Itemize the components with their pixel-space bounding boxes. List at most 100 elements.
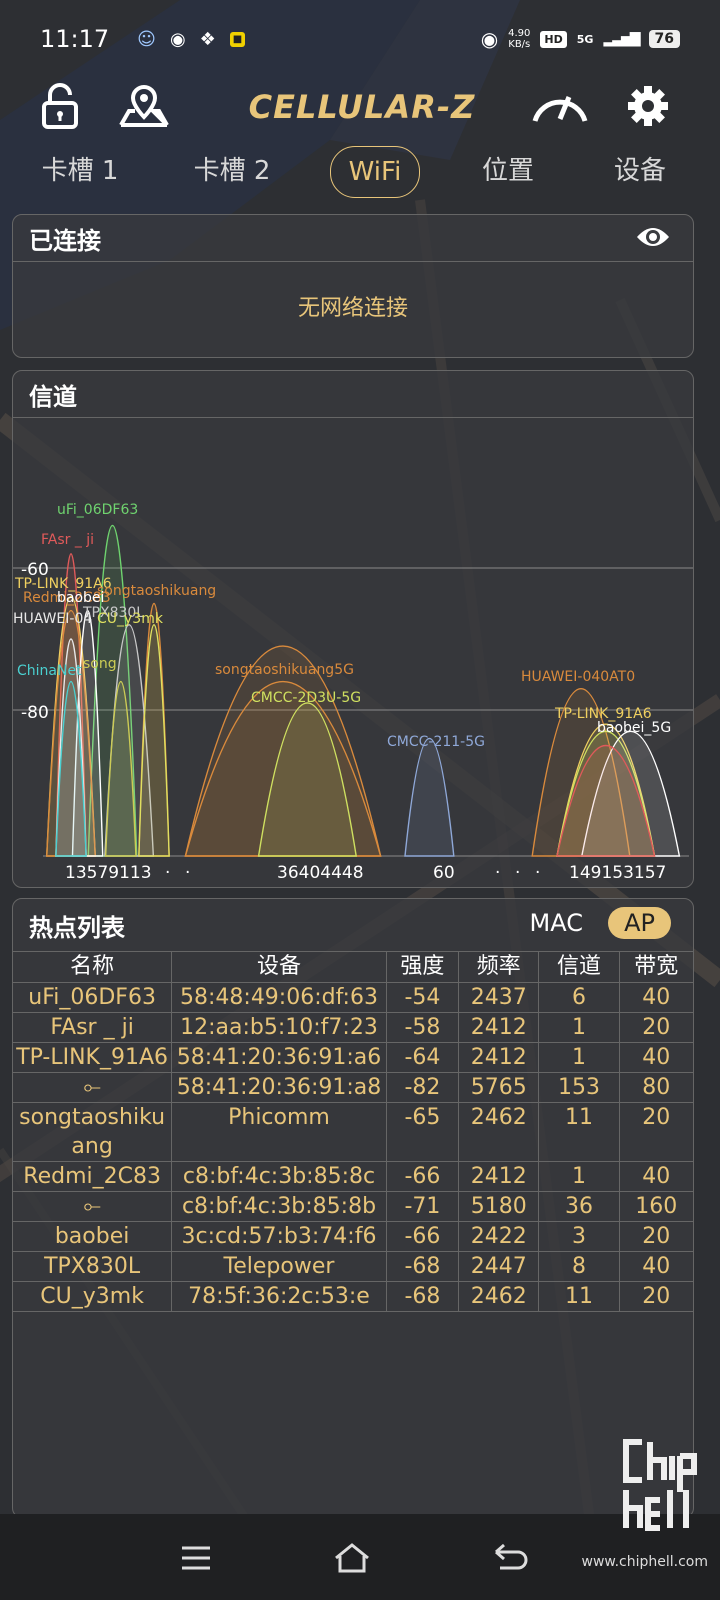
table-cell: 40 [618, 982, 693, 1013]
table-row[interactable]: TPX830L Telepower -68 2447 8 40 [13, 1251, 693, 1282]
column-header-name[interactable]: 名称 [13, 951, 173, 983]
table-cell: 11 [538, 1281, 620, 1312]
network-label: songtaoshikuang5G [215, 662, 354, 678]
channel-panel: 信道 -60 -80 uFi_06DF63 FAsr _ ji TP-LINK_91… [12, 370, 694, 888]
table-cell: Phicomm [171, 1102, 387, 1162]
top-toolbar: CELLULAR-Z [0, 78, 720, 150]
app-logo: CELLULAR-Z [248, 88, 476, 126]
settings-gear-icon[interactable] [620, 78, 676, 134]
mac-toggle-button[interactable]: MAC [530, 909, 583, 937]
table-cell: -58 [385, 1012, 460, 1043]
column-header-bandwidth[interactable]: 带宽 [618, 951, 693, 983]
speedometer-icon[interactable] [528, 78, 592, 134]
x-dot: · [165, 863, 170, 883]
x-dot: · [515, 863, 520, 883]
column-header-device[interactable]: 设备 [171, 951, 387, 983]
tab-slot-1[interactable]: 卡槽 1 [30, 146, 130, 196]
watermark-text: www.chiphell.com [581, 1554, 708, 1570]
table-cell: 1 [538, 1161, 620, 1192]
table-cell: 80 [618, 1072, 693, 1103]
table-row[interactable]: ⟜ c8:bf:4c:3b:85:8b -71 5180 36 160 [13, 1191, 693, 1222]
tab-slot-2[interactable]: 卡槽 2 [182, 146, 282, 196]
table-cell: c8:bf:4c:3b:85:8c [171, 1161, 387, 1192]
table-row[interactable]: CU_y3mk 78:5f:36:2c:53:e -68 2462 11 20 [13, 1281, 693, 1312]
x-dot: · [535, 863, 540, 883]
column-header-channel[interactable]: 信道 [538, 951, 620, 983]
table-cell: 40 [618, 1042, 693, 1073]
table-cell: c8:bf:4c:3b:85:8b [171, 1191, 387, 1222]
table-cell: FAsr _ ji [13, 1012, 173, 1043]
x-labels-2g: 13579113 [65, 863, 152, 883]
table-cell: TPX830L [13, 1251, 173, 1282]
qq-icon: ☺ [137, 28, 156, 50]
x-dot: · [185, 863, 190, 883]
y-tick-minus80: -80 [21, 703, 49, 723]
table-cell: -68 [385, 1251, 460, 1282]
table-row[interactable]: FAsr _ ji 12:aa:b5:10:f7:23 -58 2412 1 20 [13, 1012, 693, 1043]
status-right: ◉ 4.90 KB/s HD 5G ▂▃▅▇ 76 [481, 27, 680, 51]
net-speed-unit: KB/s [508, 39, 531, 50]
status-bar: 11:17 ☺ ◉ ❖ ■ ◉ 4.90 KB/s HD 5G ▂▃▅▇ 76 [0, 0, 720, 78]
table-cell: ⟜ [13, 1072, 173, 1103]
network-label: HUAWEI-04 [13, 611, 92, 627]
hotspot-title: 热点列表 [29, 913, 125, 942]
ap-toggle-button[interactable]: AP [608, 907, 671, 939]
table-cell: -68 [385, 1281, 460, 1312]
table-row[interactable]: baobei 3c:cd:57:b3:74:f6 -66 2422 3 20 [13, 1221, 693, 1252]
network-label: song [83, 656, 117, 672]
hd-badge: HD [540, 30, 567, 48]
x-labels-5g-b: 149153157 [569, 863, 666, 883]
signal-bars-icon: ▂▃▅▇ [603, 31, 640, 47]
lock-icon[interactable] [32, 78, 88, 134]
channel-chart: -60 -80 uFi_06DF63 FAsr _ ji TP-LINK_91A6 s… [13, 418, 693, 886]
table-row[interactable]: songtaoshikuang Phicomm -65 2462 11 20 [13, 1102, 693, 1162]
hotspot-table: 名称 设备 强度 频率 信道 带宽 uFi_06DF63 58:48:49:06:… [13, 951, 693, 1312]
table-cell: 2462 [458, 1102, 540, 1162]
no-connection-message: 无网络连接 [297, 296, 408, 321]
x-label-60: 60 [433, 863, 455, 883]
eye-icon[interactable] [635, 223, 671, 257]
back-icon[interactable] [490, 1538, 530, 1578]
table-cell: 78:5f:36:2c:53:e [171, 1281, 387, 1312]
alipay-icon: ❖ [199, 28, 216, 50]
table-row[interactable]: ⟜ 58:41:20:36:91:a8 -82 5765 153 80 [13, 1072, 693, 1103]
map-pin-icon[interactable] [116, 78, 172, 134]
table-row[interactable]: uFi_06DF63 58:48:49:06:df:63 -54 2437 6 40 [13, 982, 693, 1013]
table-cell: 153 [538, 1072, 620, 1103]
hotspot-panel-header: 热点列表 MAC AP [13, 899, 693, 951]
table-cell: 20 [618, 1281, 693, 1312]
table-row[interactable]: TP-LINK_91A6 58:41:20:36:91:a6 -64 2412 1 40 [13, 1042, 693, 1073]
table-cell: 58:48:49:06:df:63 [171, 982, 387, 1013]
table-cell: 1 [538, 1042, 620, 1073]
table-cell: 2412 [458, 1161, 540, 1192]
battery-indicator: 76 [648, 30, 680, 48]
menu-icon[interactable] [176, 1538, 216, 1578]
channel-chart-svg: -60 -80 uFi_06DF63FAsr _ jiTP-LINK_91A6s… [13, 502, 693, 883]
network-label: baobei_5G [597, 720, 671, 736]
table-cell: 20 [618, 1102, 693, 1162]
table-cell: uFi_06DF63 [13, 982, 173, 1013]
table-cell: ⟜ [13, 1191, 173, 1222]
table-cell: -65 [385, 1102, 460, 1162]
tab-device[interactable]: 设备 [604, 146, 676, 196]
table-cell: 1 [538, 1012, 620, 1043]
table-cell: 40 [618, 1161, 693, 1192]
network-label: ChinaNet [17, 663, 82, 679]
tab-wifi[interactable]: WiFi [330, 146, 420, 198]
table-cell: 2422 [458, 1221, 540, 1252]
network-label: baobei [57, 590, 104, 606]
column-header-strength[interactable]: 强度 [385, 951, 460, 983]
table-cell: CU_y3mk [13, 1281, 173, 1312]
table-cell: 160 [618, 1191, 693, 1222]
table-cell: 12:aa:b5:10:f7:23 [171, 1012, 387, 1043]
channel-title: 信道 [29, 382, 77, 411]
signal-curve [138, 624, 170, 857]
home-icon[interactable] [332, 1538, 372, 1578]
location-icon: ◉ [480, 27, 499, 51]
column-header-frequency[interactable]: 频率 [458, 951, 540, 983]
net-speed: 4.90 KB/s [508, 28, 530, 50]
table-cell: 40 [618, 1251, 693, 1282]
tab-location[interactable]: 位置 [472, 146, 544, 196]
network-label: songtaoshikuang [97, 583, 216, 599]
table-row[interactable]: Redmi_2C83 c8:bf:4c:3b:85:8c -66 2412 1 40 [13, 1161, 693, 1192]
